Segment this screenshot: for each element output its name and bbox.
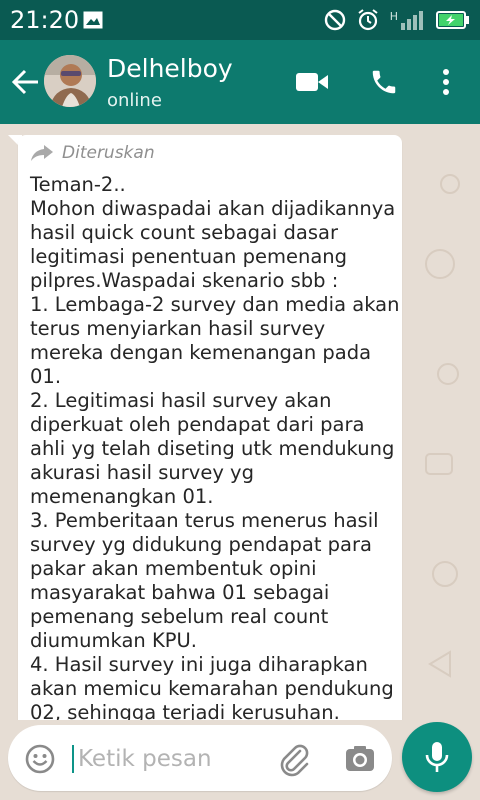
avatar-photo <box>44 55 96 107</box>
chat-area[interactable]: Diteruskan Teman-2.. Mohon diwaspadai ak… <box>0 124 480 720</box>
no-disturb-icon <box>324 9 345 31</box>
avatar[interactable] <box>44 55 96 107</box>
chat-header: Delhelboy online <box>0 40 480 124</box>
battery-charging-icon <box>436 11 469 29</box>
network-type-label: H <box>389 10 398 23</box>
signal-icon <box>401 11 423 30</box>
emoji-icon[interactable] <box>24 743 56 775</box>
message-input-container[interactable] <box>8 725 392 791</box>
contact-status: online <box>107 90 162 111</box>
more-vert-icon <box>443 69 449 95</box>
microphone-icon <box>425 742 449 772</box>
forwarded-label: Diteruskan <box>62 143 155 163</box>
status-icons: H <box>324 8 470 32</box>
status-time: 21:20 <box>10 6 80 34</box>
message-text: Teman-2.. Mohon diwaspadai akan dijadika… <box>30 173 400 720</box>
status-bar: 21:20 H <box>0 0 480 40</box>
back-arrow-icon[interactable] <box>8 62 44 102</box>
alarm-icon <box>358 9 378 31</box>
contact-name[interactable]: Delhelboy <box>107 54 233 84</box>
forwarded-indicator: Diteruskan <box>30 141 155 165</box>
message-input[interactable] <box>78 739 268 779</box>
compose-bar <box>0 720 480 800</box>
message-bubble[interactable]: Diteruskan Teman-2.. Mohon diwaspadai ak… <box>18 135 402 720</box>
attach-icon[interactable] <box>276 741 312 777</box>
video-call-button[interactable] <box>292 62 332 102</box>
voice-record-button[interactable] <box>402 722 472 792</box>
image-icon <box>83 11 103 29</box>
phone-call-icon <box>372 70 396 94</box>
phone-call-button[interactable] <box>364 62 404 102</box>
video-call-icon <box>296 73 328 91</box>
text-cursor <box>72 745 74 773</box>
camera-icon[interactable] <box>342 741 378 777</box>
more-options-button[interactable] <box>426 62 466 102</box>
forward-arrow-icon <box>31 145 53 161</box>
